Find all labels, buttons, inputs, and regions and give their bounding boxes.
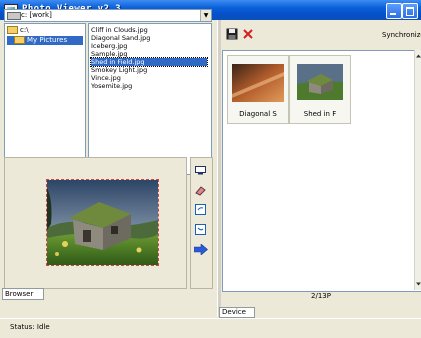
- device-scrollbar[interactable]: [414, 50, 421, 290]
- file-item[interactable]: Cliff in Clouds.jpg: [91, 26, 207, 34]
- save-icon[interactable]: [226, 28, 240, 42]
- thumbnail-item[interactable]: Diagonal S: [227, 55, 289, 124]
- preview-toolstrip: [190, 157, 213, 289]
- drive-select[interactable]: c: [work] ▼: [4, 9, 212, 22]
- preview-image: [46, 179, 159, 266]
- monitor-icon[interactable]: [195, 166, 206, 177]
- scroll-up-icon[interactable]: [415, 53, 421, 59]
- thumbnail-item[interactable]: Shed in F: [289, 55, 351, 124]
- tab-browser[interactable]: Browser: [2, 288, 44, 300]
- shed-in-field-thumb: [297, 64, 343, 100]
- file-item[interactable]: Iceberg.jpg: [91, 42, 207, 50]
- status-text: Status: Idle: [10, 323, 50, 331]
- photo-viewer-window: Photo Viewer v2.3 c: [work] ▼ c:\ My Pic…: [0, 0, 421, 338]
- chevron-down-icon[interactable]: ▼: [200, 10, 211, 21]
- drive-icon: [7, 12, 21, 20]
- file-item[interactable]: Smokey Light.jpg: [91, 66, 207, 74]
- delete-icon[interactable]: [242, 28, 256, 42]
- file-item[interactable]: Vince.jpg: [91, 74, 207, 82]
- copy-icon[interactable]: [195, 204, 206, 217]
- diagonal-sand-thumb: [232, 64, 284, 102]
- file-item-selected[interactable]: Shed in Field.jpg: [90, 57, 208, 67]
- file-item[interactable]: Yosemite.jpg: [91, 82, 207, 90]
- folder-icon: [14, 36, 25, 44]
- folder-tree[interactable]: c:\ My Pictures: [4, 23, 86, 175]
- minimize-button[interactable]: [386, 3, 402, 19]
- eraser-icon[interactable]: [195, 185, 206, 198]
- paste-icon[interactable]: [195, 224, 206, 237]
- device-toolbar: Synchronize: [222, 26, 421, 44]
- thumbnail-label: Diagonal S: [239, 110, 277, 118]
- panel-splitter[interactable]: [217, 20, 221, 317]
- shed-in-field-image: [47, 180, 158, 265]
- folder-open-icon: [7, 26, 18, 34]
- tab-device[interactable]: Device: [219, 307, 255, 318]
- drive-select-value: c: [work]: [21, 11, 52, 19]
- thumbnail-label: Shed in F: [303, 110, 337, 118]
- file-item[interactable]: Sample.jpg: [91, 50, 207, 58]
- synchronize-button[interactable]: Synchronize: [382, 31, 421, 39]
- folder-item-root[interactable]: c:\: [7, 26, 29, 35]
- scroll-down-icon[interactable]: [415, 281, 421, 287]
- device-thumbnail-pane[interactable]: Diagonal S Shed in F: [222, 50, 421, 292]
- folder-label: c:\: [20, 26, 29, 34]
- file-list[interactable]: Cliff in Clouds.jpg Diagonal Sand.jpg Ic…: [88, 23, 212, 175]
- file-item[interactable]: Diagonal Sand.jpg: [91, 34, 207, 42]
- photo-counter: 2/13P: [311, 292, 331, 300]
- preview-area: [4, 157, 187, 289]
- maximize-button[interactable]: [402, 3, 418, 19]
- folder-item-my-pictures[interactable]: My Pictures: [7, 36, 83, 45]
- send-arrow-icon[interactable]: [193, 243, 208, 257]
- status-bar: Status: Idle: [0, 318, 421, 338]
- folder-label: My Pictures: [27, 36, 68, 44]
